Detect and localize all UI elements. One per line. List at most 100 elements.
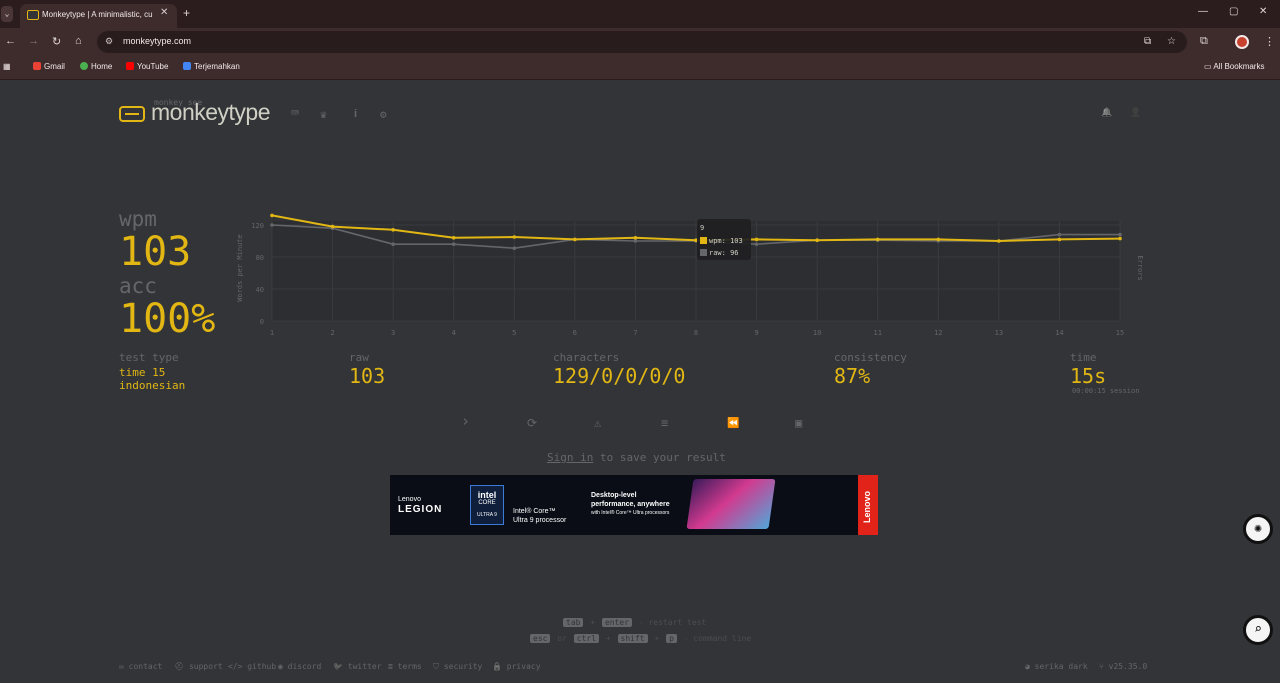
extension-float-icon[interactable]: ✺ xyxy=(1243,514,1273,544)
tooltip-wpm: wpm: 103 xyxy=(709,237,743,245)
back-button[interactable]: ← xyxy=(5,35,16,47)
bookmark-gmail[interactable]: Gmail xyxy=(33,62,65,71)
keyboard-icon[interactable]: ⌨ xyxy=(291,106,299,121)
shield-icon: ⛉ xyxy=(433,662,439,671)
hint-command-line: esc or ctrl + shift + p - command line xyxy=(528,634,751,643)
new-tab-button[interactable]: + xyxy=(183,6,190,20)
maximize-button[interactable]: ▢ xyxy=(1229,6,1238,17)
test-type-language: indonesian xyxy=(119,379,186,392)
x-tick-label: 3 xyxy=(391,329,395,337)
y-tick-label: 40 xyxy=(256,286,264,294)
code-icon: </> xyxy=(228,662,243,671)
footer-version[interactable]: ⑂ v25.35.0 xyxy=(1099,662,1147,671)
data-point-wpm xyxy=(270,213,274,218)
all-bookmarks-button[interactable]: ▭ All Bookmarks xyxy=(1204,62,1264,71)
footer-security[interactable]: ⛉ security xyxy=(433,662,482,672)
data-point-raw xyxy=(1118,232,1122,237)
site-info-icon[interactable]: ⚙ xyxy=(105,36,113,47)
ad-banner[interactable]: Lenovo LEGION intel CORE ULTRA 9 Intel® Cor… xyxy=(390,475,878,535)
key-ctrl: ctrl xyxy=(573,634,600,643)
signin-link[interactable]: Sign in xyxy=(547,451,593,464)
data-point-wpm xyxy=(1118,236,1122,241)
bookmark-star-icon[interactable]: ☆ xyxy=(1167,36,1176,47)
report-icon[interactable]: ⚠ xyxy=(594,416,601,430)
footer-privacy[interactable]: 🔒 privacy xyxy=(492,662,541,671)
ad-headline: Desktop-level performance, anywhere with I… xyxy=(591,492,670,516)
x-tick-label: 15 xyxy=(1116,329,1124,337)
translate-icon xyxy=(183,62,191,70)
data-point-raw xyxy=(391,242,395,246)
youtube-icon xyxy=(126,62,134,70)
restart-icon[interactable]: ⟳ xyxy=(527,416,537,430)
forward-button[interactable]: → xyxy=(28,35,39,47)
ad-lenovo-logo: Lenovo xyxy=(858,475,878,535)
x-tick-label: 14 xyxy=(1055,329,1063,337)
tab-title: Monkeytype | A minimalistic, cu xyxy=(42,10,153,19)
address-bar[interactable]: ⚙ monkeytype.com ⧉ ☆ xyxy=(97,31,1187,53)
screenshot-icon[interactable]: ▣ xyxy=(795,416,802,430)
wpm-label: wpm xyxy=(119,207,157,231)
data-point-raw xyxy=(633,239,638,243)
gmail-icon xyxy=(33,62,41,70)
consistency-label: consistency xyxy=(834,351,907,364)
bookmark-home[interactable]: Home xyxy=(80,62,112,71)
bookmark-youtube[interactable]: YouTube xyxy=(126,62,168,71)
test-type-time: time 15 xyxy=(119,366,166,379)
replay-icon[interactable]: ⏪ xyxy=(727,418,739,429)
ad-brand: Lenovo LEGION xyxy=(398,496,443,515)
browser-toolbar: ← → ↻ ⌂ ⚙ monkeytype.com ⧉ ☆ ⧉ ⋮ xyxy=(0,28,1280,56)
footer-twitter[interactable]: 🐦 twitter xyxy=(333,662,382,671)
footer-github[interactable]: </> github xyxy=(228,662,276,671)
logo-text[interactable]: monkeytype xyxy=(151,99,271,126)
footer-terms[interactable]: ≣ terms xyxy=(388,662,422,671)
user-icon[interactable]: 👤 xyxy=(1130,108,1141,118)
window-close-button[interactable]: ✕ xyxy=(1259,6,1267,17)
install-app-icon[interactable]: ⧉ xyxy=(1144,36,1151,47)
x-tick-label: 13 xyxy=(995,329,1003,337)
tab-search-button[interactable]: ⌄ xyxy=(1,6,13,22)
data-point-wpm xyxy=(330,224,335,229)
info-icon[interactable]: i xyxy=(354,108,357,120)
profile-avatar[interactable] xyxy=(1235,35,1249,49)
browser-menu-icon[interactable]: ⋮ xyxy=(1264,35,1275,48)
footer-contact[interactable]: ✉ contact xyxy=(119,662,162,671)
key-enter: enter xyxy=(601,618,633,627)
data-point-raw xyxy=(512,246,517,250)
tooltip-raw-swatch xyxy=(700,249,707,256)
data-point-wpm xyxy=(512,235,517,239)
wpm-chart[interactable]: 1 2 3 4 5 6 7 8 9 10 11 12 13 14 1504080120 Words per … xyxy=(232,200,1152,340)
footer-theme[interactable]: ◕ serika dark xyxy=(1025,662,1088,671)
x-tick-label: 1 xyxy=(270,329,274,337)
data-point-raw xyxy=(1057,232,1062,237)
chart-tooltip: 9 wpm: 103 raw: 96 xyxy=(697,219,751,260)
data-point-wpm xyxy=(573,237,577,242)
footer-discord[interactable]: ◉ discord xyxy=(278,662,321,671)
next-test-icon[interactable]: › xyxy=(461,412,470,430)
search-float-icon[interactable]: ⌕ xyxy=(1243,615,1273,645)
footer-support[interactable]: ⛑ support xyxy=(174,662,223,671)
ad-laptop-image xyxy=(686,479,776,529)
bell-icon[interactable]: 🔔 xyxy=(1101,108,1112,118)
home-button[interactable]: ⌂ xyxy=(75,35,82,47)
data-point-wpm xyxy=(754,237,759,242)
tooltip-raw: raw: 96 xyxy=(709,249,739,257)
ad-intel-badge: intel CORE ULTRA 9 xyxy=(470,485,504,525)
settings-icon[interactable]: ⚙ xyxy=(380,108,387,121)
minimize-button[interactable]: — xyxy=(1198,6,1208,17)
tab-close-button[interactable]: ✕ xyxy=(160,7,168,18)
extensions-icon[interactable]: ⧉ xyxy=(1200,35,1208,48)
bookmark-terjemahkan[interactable]: Terjemahkan xyxy=(183,62,240,71)
logo-keyboard-icon[interactable] xyxy=(119,106,145,122)
browser-tab[interactable]: Monkeytype | A minimalistic, cu ✕ xyxy=(20,4,177,28)
words-history-icon[interactable]: ≡ xyxy=(661,416,668,430)
data-point-raw xyxy=(270,223,274,227)
reload-button[interactable]: ↻ xyxy=(52,35,61,48)
x-tick-label: 5 xyxy=(512,329,516,337)
tooltip-title: 9 xyxy=(700,224,704,232)
x-tick-label: 7 xyxy=(633,329,637,337)
support-icon: ⛑ xyxy=(174,662,185,671)
x-tick-label: 10 xyxy=(813,329,821,337)
crown-icon[interactable]: ♛ xyxy=(320,108,327,121)
apps-icon[interactable]: ▦ xyxy=(3,62,11,71)
data-point-wpm xyxy=(451,236,456,240)
